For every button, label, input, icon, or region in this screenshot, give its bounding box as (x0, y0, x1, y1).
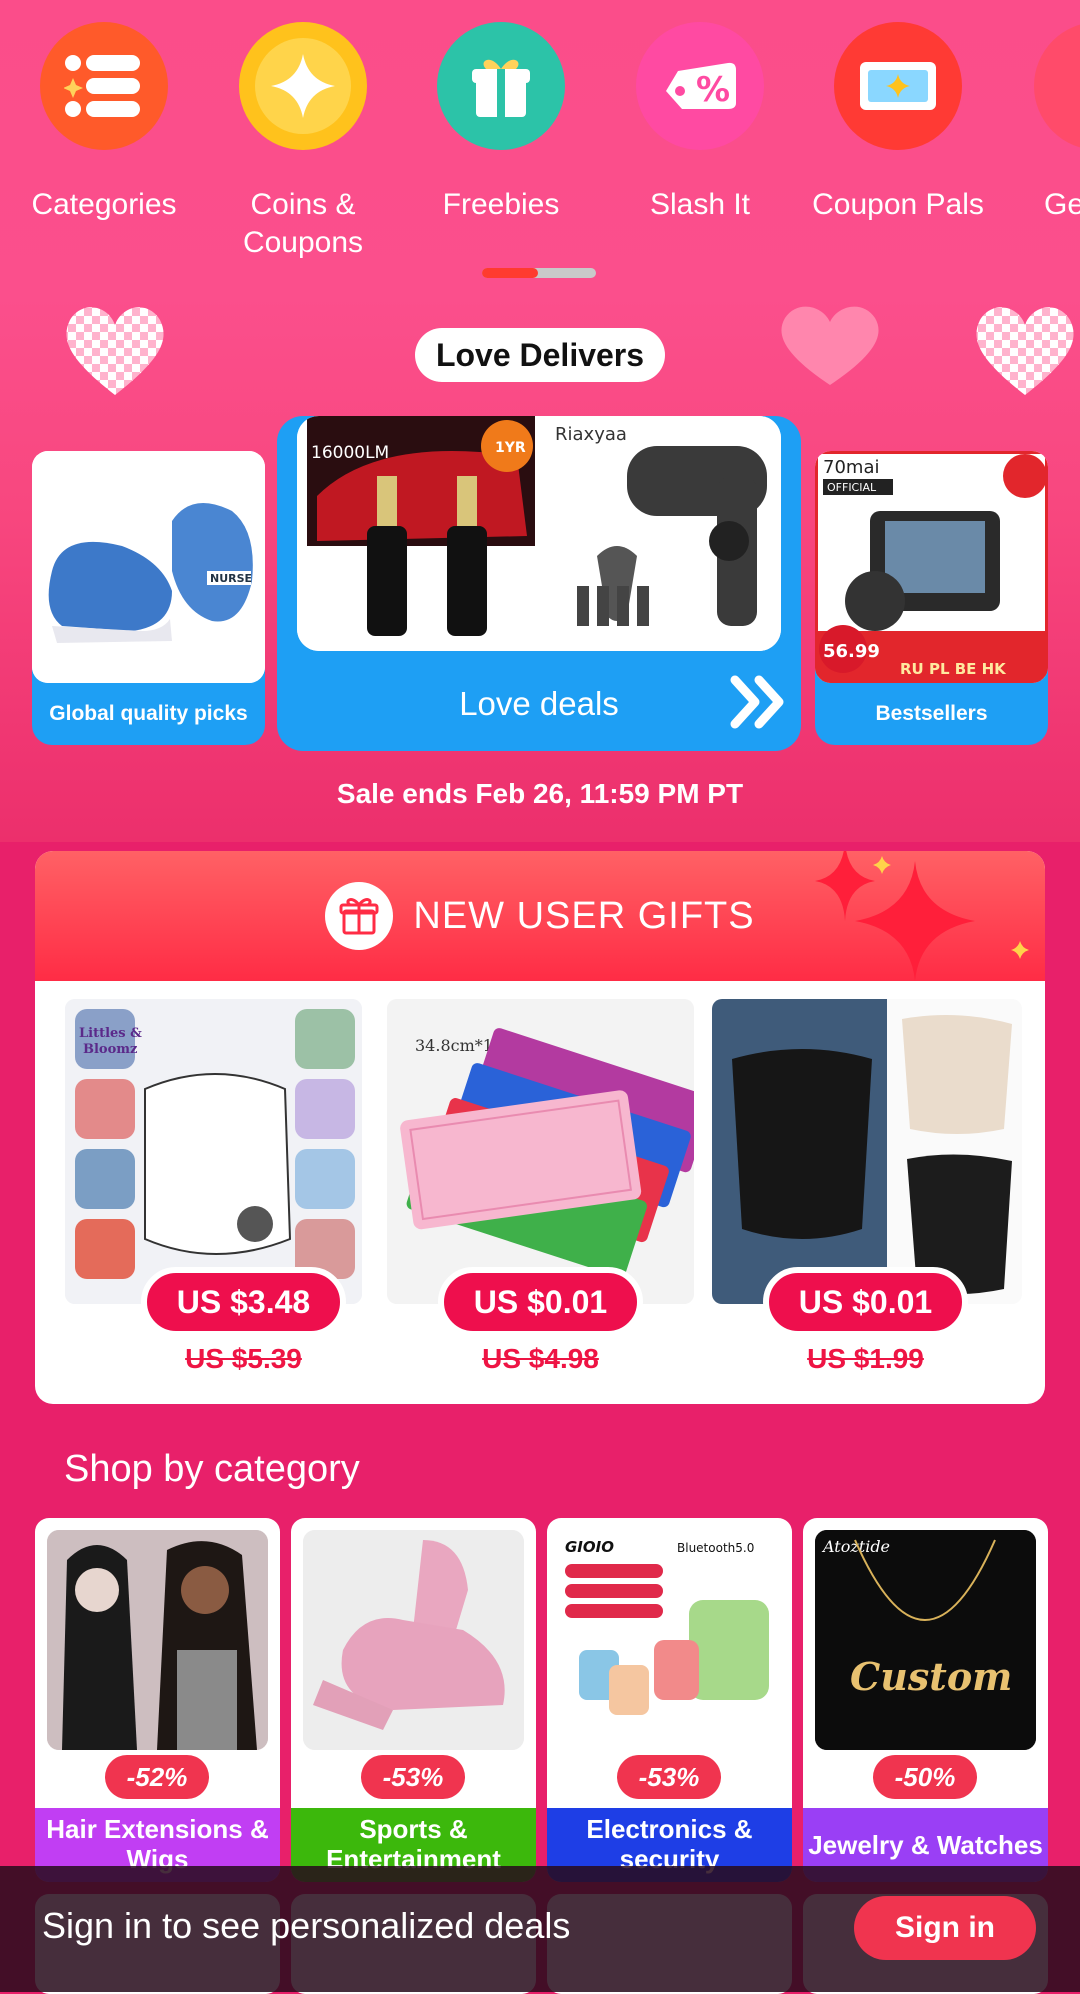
gift-old-price: US $4.98 (482, 1343, 599, 1374)
quick-link-label: Categories (31, 188, 177, 221)
dashcam-image: 70mai OFFICIAL 56.99 RU PL BE HK (815, 451, 1048, 683)
svg-text:RU PL BE HK: RU PL BE HK (900, 660, 1007, 678)
love-deals-label: Love deals (459, 685, 619, 722)
quick-link-label: Slash It (649, 188, 751, 221)
gift-price: US $3.48 (141, 1267, 346, 1337)
svg-text:16000LM: 16000LM (311, 443, 389, 463)
svg-text:70mai: 70mai (823, 457, 879, 478)
love-delivers-badge: Love Delivers (415, 328, 665, 382)
sports-leggings-image (303, 1530, 524, 1750)
gift-item[interactable]: US $0.01 US $1.99 (712, 999, 1022, 1389)
discount-badge: -53% (617, 1755, 721, 1799)
svg-text:GIOIO: GIOIO (565, 1538, 614, 1556)
categories-icon (40, 22, 168, 150)
sparkle-decoration-icon (815, 851, 1029, 981)
new-user-gifts-title: NEW USER GIFTS (413, 894, 755, 937)
gift-old-price: US $1.99 (807, 1343, 924, 1374)
heart-icon (781, 306, 879, 385)
global-quality-picks-label: Global quality picks (49, 702, 248, 725)
gift-icon (325, 882, 394, 950)
svg-text:OFFICIAL: OFFICIAL (827, 481, 877, 494)
svg-text:%: % (696, 70, 730, 110)
quick-link-categories[interactable]: Categories (4, 22, 204, 224)
corset-image (712, 999, 1022, 1304)
svg-text:Custom: Custom (850, 1654, 1012, 1699)
sign-in-message: Sign in to see personalized deals (42, 1905, 571, 1946)
shop-by-category-title: Shop by category (64, 1448, 360, 1490)
hair-wig-image (47, 1530, 268, 1750)
quick-link-label: Freebies (442, 188, 560, 221)
sale-ends-text: Sale ends Feb 26, 11:59 PM PT (336, 778, 744, 809)
love-deals-image: 1YR 16000LM Riaxyaa (297, 416, 781, 651)
gift-price: US $0.01 (763, 1267, 968, 1337)
discount-badge: -53% (361, 1755, 465, 1799)
gift-item[interactable]: Littles & Bloomz US $3.48 US $5.39 (65, 999, 362, 1389)
sign-in-button[interactable]: Sign in (854, 1896, 1036, 1960)
gift-icon (437, 22, 565, 150)
love-deals-card[interactable]: 1YR 16000LM Riaxyaa Love deals (277, 416, 801, 751)
svg-text:Bluetooth5.0: Bluetooth5.0 (677, 1541, 754, 1555)
svg-text:Bloomz: Bloomz (83, 1042, 137, 1057)
quick-link-coins-coupons[interactable]: Coins & Coupons (203, 22, 403, 262)
quick-link-freebies[interactable]: Freebies (401, 22, 601, 224)
category-card-sports[interactable]: -53% Sports & Entertainment (291, 1518, 536, 1882)
more-icon (1034, 22, 1080, 150)
category-card-hair[interactable]: -52% Hair Extensions & Wigs (35, 1518, 280, 1882)
quick-link-label: Coins & Coupons (242, 188, 364, 259)
quick-link-slash-it[interactable]: % Slash It (600, 22, 800, 224)
quick-link-more[interactable]: Ge (996, 22, 1080, 224)
carousel-pager-active (482, 268, 538, 278)
gift-price: US $0.01 (438, 1267, 643, 1337)
checkered-heart-icon (66, 307, 164, 395)
bestsellers-label: Bestsellers (875, 702, 988, 725)
discount-badge: -52% (105, 1755, 209, 1799)
new-user-gifts-header: NEW USER GIFTS (35, 851, 1045, 981)
shoes-image: NURSE (32, 451, 265, 683)
svg-text:56.99: 56.99 (823, 641, 880, 662)
svg-text:Littles &: Littles & (79, 1026, 142, 1041)
necklace-image: Atoztide Custom (815, 1530, 1036, 1750)
earbuds-image: GIOIO Bluetooth5.0 (559, 1530, 780, 1750)
category-card-electronics[interactable]: GIOIO Bluetooth5.0 -53% Electronics & se… (547, 1518, 792, 1882)
svg-text:Riaxyaa: Riaxyaa (555, 424, 627, 445)
svg-text:NURSE: NURSE (210, 572, 252, 585)
new-user-gifts-card[interactable]: NEW USER GIFTS Littles & Bloomz US $3.48… (35, 851, 1045, 1404)
category-card-jewelry[interactable]: Atoztide Custom -50% Jewelry & Watches (803, 1518, 1048, 1882)
percent-tag-icon: % (636, 22, 764, 150)
coupon-icon (834, 22, 962, 150)
gift-item[interactable]: 34.8cm*12cm US $0.01 US $4.98 (387, 999, 694, 1389)
global-quality-picks-card[interactable]: NURSE Global quality picks (32, 451, 265, 745)
bestsellers-card[interactable]: 70mai OFFICIAL 56.99 RU PL BE HK Bestsel… (815, 451, 1048, 745)
sparkle-icon (239, 22, 367, 150)
quick-link-coupon-pals[interactable]: Coupon Pals (798, 22, 998, 224)
svg-text:1YR: 1YR (495, 440, 526, 456)
diaper-image: Littles & Bloomz (65, 999, 362, 1304)
keyboard-cover-image: 34.8cm*12cm (387, 999, 694, 1304)
quick-link-label: Ge (1044, 188, 1080, 221)
gift-old-price: US $5.39 (185, 1343, 302, 1374)
quick-link-label: Coupon Pals (812, 188, 984, 221)
checkered-heart-icon (976, 307, 1074, 395)
double-chevron-right-icon (730, 675, 784, 729)
discount-badge: -50% (873, 1755, 977, 1799)
